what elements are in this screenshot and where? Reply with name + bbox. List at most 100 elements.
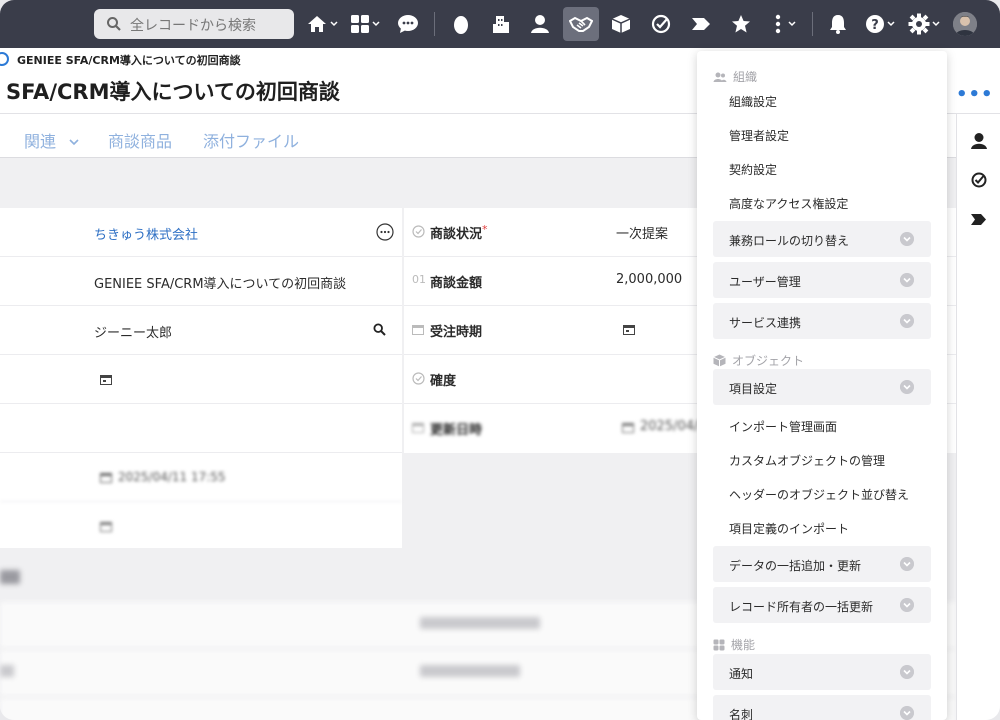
gear-icon [908,13,930,35]
tab-deal-products[interactable]: 商談商品 [108,128,172,152]
chevron-down-circle-icon [900,598,914,612]
chat-icon [398,15,418,33]
settings-menu-button[interactable] [905,10,943,38]
tab-attachments[interactable]: 添付ファイル [203,128,299,152]
settings-dropdown-menu: 組織 組織設定 管理者設定 契約設定 高度なアクセス権設定 兼務ロールの切り替え… [697,51,947,720]
record-more-button[interactable]: ••• [956,84,994,105]
home-icon [308,16,326,32]
chevron-down-circle-icon [900,557,914,571]
apps-menu-button[interactable] [347,10,383,38]
calendar-icon [412,423,424,433]
calendar-icon [100,522,112,532]
calendar-icon[interactable] [623,324,635,335]
box-icon [713,354,726,367]
status-label: 商談状況* [430,223,488,242]
menu-item-advanced-access[interactable]: 高度なアクセス権設定 [729,195,848,212]
amount-value: 2,000,000 [616,272,683,287]
building-icon [493,16,509,33]
lead-nav-button[interactable] [448,10,474,38]
company-link[interactable]: ちきゅう株式会社 [94,224,198,243]
menu-section-title: 機能 [731,638,756,652]
section-heading-blurred [0,570,20,584]
tag-arrow-icon[interactable] [970,213,987,226]
help-menu-button[interactable]: ? [862,10,898,38]
global-search-input[interactable]: 全レコードから検索 [94,9,294,39]
blurred-text [0,665,14,677]
breadcrumb[interactable]: GENIEE SFA/CRM導入についての初回商談 [17,52,241,68]
user-avatar[interactable] [953,12,977,36]
chevron-down-circle-icon [900,232,914,246]
product-nav-button[interactable] [609,10,633,38]
notifications-button[interactable] [826,10,850,38]
menu-group-notifications[interactable]: 通知 [713,654,931,690]
right-side-rail [956,114,1000,720]
left-field-panel: ちきゅう株式会社 GENIEE SFA/CRM導入についての初回商談 ジーニー太… [0,208,402,548]
status-value[interactable]: 一次提案 [616,223,668,242]
menu-group-user-management[interactable]: ユーザー管理 [713,262,931,298]
search-icon [107,17,121,31]
field-row-created: 2025/04/11 17:55 [0,453,402,502]
favorites-nav-button[interactable] [728,10,754,38]
calendar-icon [622,423,634,433]
menu-item-field-definition-import[interactable]: 項目定義のインポート [729,520,849,537]
menu-item-custom-objects[interactable]: カスタムオブジェクトの管理 [729,452,885,469]
handshake-icon [569,16,593,32]
task-nav-button[interactable] [648,10,674,38]
menu-item-contract-settings[interactable]: 契約設定 [729,161,777,178]
activity-nav-button[interactable] [688,10,714,38]
menu-group-bulk-data[interactable]: データの一括追加・更新 [713,546,931,582]
users-icon [713,72,727,82]
menu-item-admin-settings[interactable]: 管理者設定 [729,127,789,144]
menu-item-org-settings[interactable]: 組織設定 [729,93,777,110]
chevron-down-circle-icon [900,273,914,287]
person-icon[interactable] [970,132,988,150]
search-icon[interactable] [373,323,386,336]
menu-group-business-cards[interactable]: 名刺 [713,695,931,720]
record-type-icon [0,52,9,66]
menu-item-import-management[interactable]: インポート管理画面 [729,418,837,435]
check-circle-icon[interactable] [971,172,987,188]
menu-group-label: 兼務ロールの切り替え [729,234,850,248]
calendar-icon[interactable] [100,374,112,385]
menu-group-label: データの一括追加・更新 [729,559,862,573]
grid-icon [713,639,725,650]
check-circle-icon [412,372,425,385]
more-horizontal-icon[interactable] [376,223,394,241]
created-at-value: 2025/04/11 17:55 [118,470,226,484]
menu-group-bulk-owner-update[interactable]: レコード所有者の一括更新 [713,587,931,623]
owner-value: ジーニー太郎 [94,326,173,341]
menu-group-field-settings[interactable]: 項目設定 [713,369,931,405]
egg-icon [454,16,468,34]
updated-label: 更新日時 [430,423,483,438]
chevron-down-icon [932,21,940,27]
menu-section-objects: オブジェクト [713,352,804,369]
menu-group-role-switch[interactable]: 兼務ロールの切り替え [713,221,931,257]
deal-name-value: GENIEE SFA/CRM導入についての初回商談 [94,277,347,292]
company-nav-button[interactable] [488,10,514,38]
more-nav-button[interactable] [768,10,802,38]
menu-group-service-integration[interactable]: サービス連携 [713,303,931,339]
help-icon: ? [866,15,884,33]
blurred-text [420,617,540,629]
page-title: SFA/CRM導入についての初回商談 [6,80,340,104]
avatar-image [953,12,977,36]
chevron-down-icon [330,21,338,27]
menu-group-label: ユーザー管理 [729,275,801,289]
menu-section-organization: 組織 [713,68,757,85]
chevron-down-circle-icon [900,665,914,679]
chevron-down-circle-icon [900,706,914,720]
chevron-down-circle-icon [900,314,914,328]
menu-group-label: 通知 [729,667,754,681]
tab-related[interactable]: 関連 [24,128,79,152]
menu-item-header-object-order[interactable]: ヘッダーのオブジェクト並び替え [729,486,909,503]
nav-divider [812,12,813,36]
order-date-label: 受注時期 [430,325,483,340]
contact-nav-button[interactable] [527,10,553,38]
chevron-down-icon [788,21,796,27]
chevron-down-circle-icon [900,380,914,394]
home-menu-button[interactable] [305,10,339,38]
deal-nav-button[interactable] [563,7,599,41]
menu-group-label: 名刺 [729,708,754,720]
top-nav-bar: 全レコードから検索 ? [0,0,1000,48]
chat-button[interactable] [395,10,421,38]
